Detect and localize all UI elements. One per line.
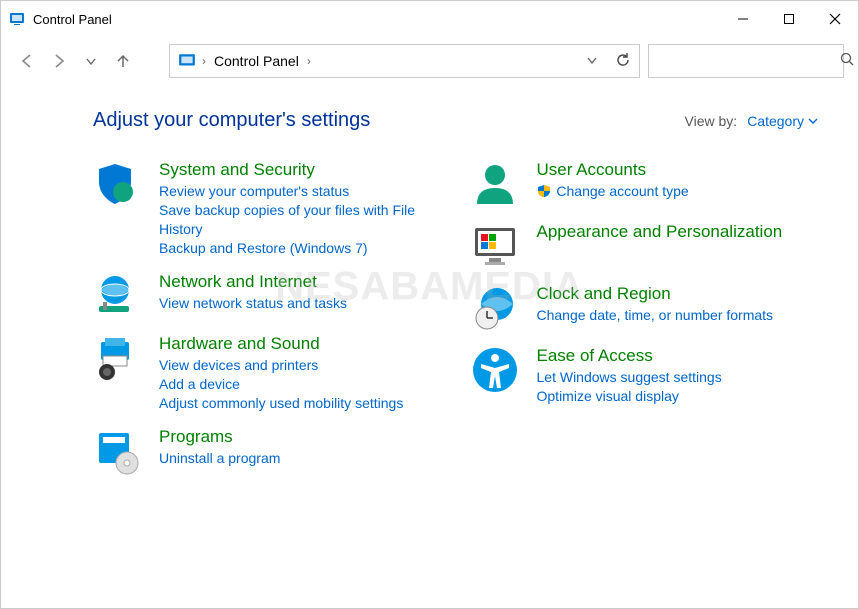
- category-ease-of-access: Ease of Access Let Windows suggest setti…: [471, 346, 819, 406]
- window-title: Control Panel: [33, 12, 720, 27]
- globe-network-icon: [93, 272, 141, 320]
- category-appearance: Appearance and Personalization: [471, 222, 819, 270]
- category-network-internet: Network and Internet View network status…: [93, 272, 441, 320]
- category-clock-region: Clock and Region Change date, time, or n…: [471, 284, 819, 332]
- category-link[interactable]: Uninstall a program: [159, 449, 441, 468]
- category-title[interactable]: User Accounts: [537, 160, 819, 180]
- viewby-value: Category: [747, 113, 804, 129]
- forward-button[interactable]: [47, 49, 71, 73]
- search-icon[interactable]: [840, 52, 855, 70]
- category-link-text: Change account type: [556, 183, 688, 199]
- back-button[interactable]: [15, 49, 39, 73]
- category-title[interactable]: System and Security: [159, 160, 441, 180]
- category-user-accounts: User Accounts Change account type: [471, 160, 819, 208]
- control-panel-icon: [9, 11, 25, 27]
- category-link[interactable]: Add a device: [159, 375, 441, 394]
- close-button[interactable]: [812, 1, 858, 37]
- page-heading: Adjust your computer's settings: [93, 109, 685, 132]
- category-title[interactable]: Hardware and Sound: [159, 334, 441, 354]
- crumb-separator: ›: [200, 54, 208, 68]
- content-area: Adjust your computer's settings View by:…: [1, 85, 858, 489]
- search-input[interactable]: [659, 53, 840, 69]
- programs-disc-icon: [93, 427, 141, 475]
- printer-camera-icon: [93, 334, 141, 382]
- category-system-security: System and Security Review your computer…: [93, 160, 441, 258]
- address-dropdown-icon[interactable]: [585, 53, 599, 70]
- category-link[interactable]: Change account type: [537, 182, 819, 201]
- search-box[interactable]: [648, 44, 844, 78]
- minimize-button[interactable]: [720, 1, 766, 37]
- monitor-personalization-icon: [471, 222, 519, 270]
- category-link[interactable]: Backup and Restore (Windows 7): [159, 239, 441, 258]
- crumb-separator[interactable]: ›: [305, 54, 313, 68]
- category-link[interactable]: Let Windows suggest settings: [537, 368, 819, 387]
- shield-icon: [93, 160, 141, 208]
- category-link[interactable]: Change date, time, or number formats: [537, 306, 819, 325]
- control-panel-crumb-icon: [178, 52, 196, 70]
- category-link[interactable]: Save backup copies of your files with Fi…: [159, 201, 441, 239]
- category-link[interactable]: Review your computer's status: [159, 182, 441, 201]
- category-title[interactable]: Ease of Access: [537, 346, 819, 366]
- refresh-button[interactable]: [615, 52, 631, 71]
- viewby-dropdown[interactable]: Category: [747, 113, 818, 129]
- category-title[interactable]: Programs: [159, 427, 441, 447]
- category-hardware-sound: Hardware and Sound View devices and prin…: [93, 334, 441, 413]
- viewby-label: View by:: [685, 113, 738, 129]
- up-button[interactable]: [111, 49, 135, 73]
- maximize-button[interactable]: [766, 1, 812, 37]
- category-link[interactable]: Optimize visual display: [537, 387, 819, 406]
- category-link[interactable]: Adjust commonly used mobility settings: [159, 394, 441, 413]
- category-programs: Programs Uninstall a program: [93, 427, 441, 475]
- address-bar[interactable]: › Control Panel ›: [169, 44, 640, 78]
- category-link[interactable]: View network status and tasks: [159, 294, 441, 313]
- accessibility-icon: [471, 346, 519, 394]
- recent-dropdown[interactable]: [79, 49, 103, 73]
- category-title[interactable]: Network and Internet: [159, 272, 441, 292]
- clock-globe-icon: [471, 284, 519, 332]
- category-title[interactable]: Clock and Region: [537, 284, 819, 304]
- user-icon: [471, 160, 519, 208]
- uac-shield-icon: [537, 184, 551, 198]
- category-title[interactable]: Appearance and Personalization: [537, 222, 819, 242]
- category-link[interactable]: View devices and printers: [159, 356, 441, 375]
- breadcrumb-location[interactable]: Control Panel: [208, 53, 305, 69]
- titlebar: Control Panel: [1, 1, 858, 37]
- navbar: › Control Panel ›: [1, 37, 858, 85]
